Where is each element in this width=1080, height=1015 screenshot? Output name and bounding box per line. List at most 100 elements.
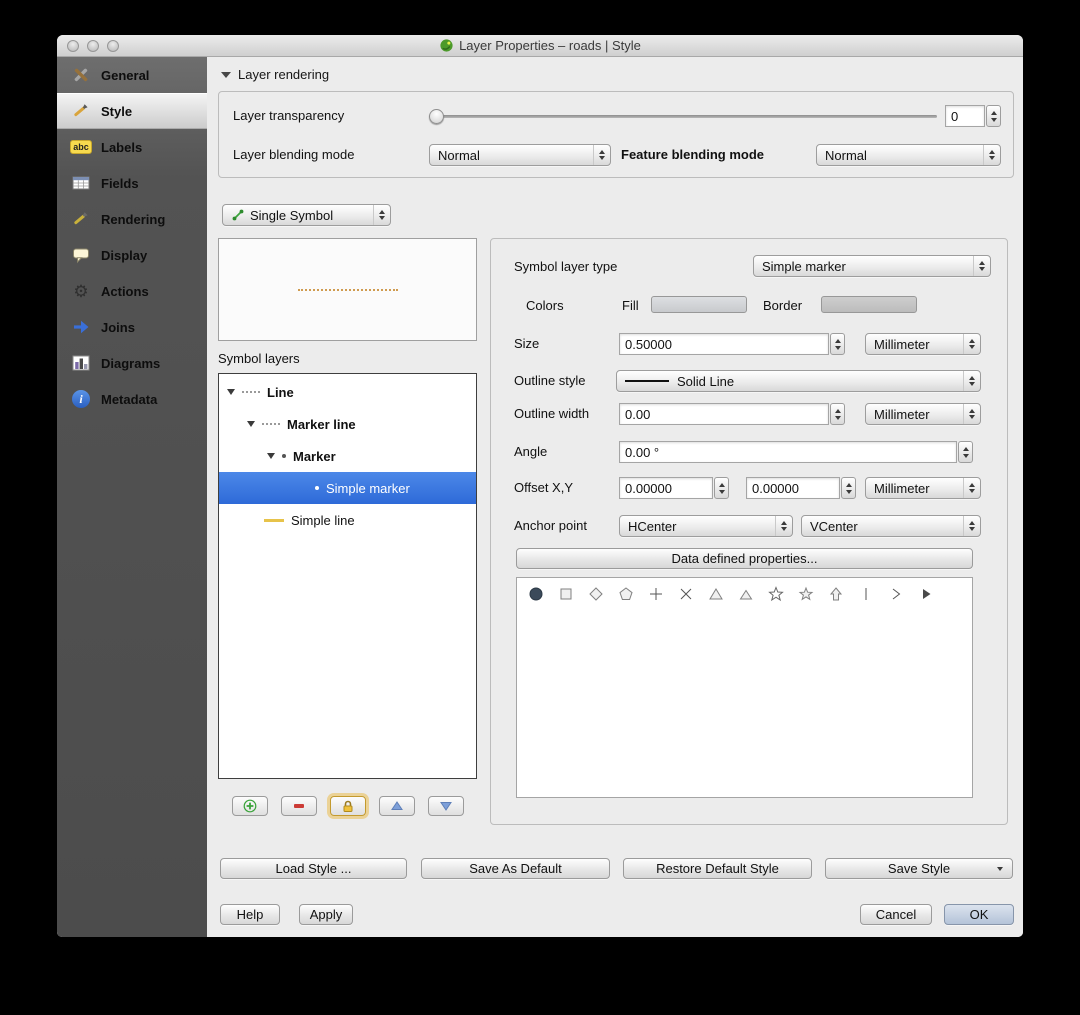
anchor-v-value: VCenter <box>810 518 858 534</box>
marker-shape-star[interactable] <box>767 585 784 602</box>
data-defined-properties-button[interactable]: Data defined properties... <box>516 548 973 569</box>
sidebar-item-style[interactable]: Style <box>57 93 207 129</box>
load-style-label: Load Style ... <box>275 861 352 876</box>
help-button[interactable]: Help <box>220 904 280 925</box>
sidebar-item-label: Fields <box>101 175 139 191</box>
marker-shape-equilateral-triangle[interactable] <box>737 585 754 602</box>
angle-input[interactable] <box>619 441 957 463</box>
sidebar-item-rendering[interactable]: Rendering <box>57 201 207 237</box>
sidebar-item-labels[interactable]: abc Labels <box>57 129 207 165</box>
marker-shape-diamond[interactable] <box>587 585 604 602</box>
renderer-select[interactable]: Single Symbol <box>222 204 391 226</box>
outline-style-select[interactable]: Solid Line <box>616 370 981 392</box>
disclosure-triangle-icon[interactable] <box>227 389 235 395</box>
transparency-slider[interactable] <box>429 109 937 124</box>
offset-x-stepper[interactable] <box>714 477 729 499</box>
offset-x-input[interactable] <box>619 477 713 499</box>
marker-shape-arrow-up[interactable] <box>827 585 844 602</box>
border-color-swatch[interactable] <box>821 296 917 313</box>
outline-width-input[interactable] <box>619 403 829 425</box>
disclosure-triangle-icon[interactable] <box>221 71 231 78</box>
move-layer-up-button[interactable] <box>379 796 415 816</box>
marker-dot-icon <box>282 454 286 458</box>
sidebar-item-label: Rendering <box>101 211 166 227</box>
marker-shape-row <box>517 578 972 602</box>
tree-item-simple-line[interactable]: Simple line <box>219 504 476 536</box>
symbol-layer-type-select[interactable]: Simple marker <box>753 255 991 277</box>
marker-shape-square[interactable] <box>557 585 574 602</box>
symbol-layers-label: Symbol layers <box>218 351 300 366</box>
transparency-input[interactable] <box>945 105 985 127</box>
offset-unit-select[interactable]: Millimeter <box>865 477 981 499</box>
sidebar-item-metadata[interactable]: i Metadata <box>57 381 207 417</box>
popup-arrows-icon <box>963 404 980 424</box>
colors-label: Colors <box>526 298 564 313</box>
sidebar-item-general[interactable]: General <box>57 57 207 93</box>
apply-label: Apply <box>309 907 343 922</box>
offset-unit-value: Millimeter <box>874 480 930 496</box>
restore-default-style-label: Restore Default Style <box>656 861 779 876</box>
titlebar[interactable]: Layer Properties – roads | Style <box>57 35 1023 57</box>
marker-shape-cross-plus[interactable] <box>647 585 664 602</box>
simple-line-icon <box>264 518 284 522</box>
marker-shape-cross-x[interactable] <box>677 585 694 602</box>
size-stepper[interactable] <box>830 333 845 355</box>
zoom-button[interactable] <box>107 40 119 52</box>
marker-shape-pentagon[interactable] <box>617 585 634 602</box>
marker-line-icon <box>262 423 280 425</box>
layer-blend-select[interactable]: Normal <box>429 144 611 166</box>
sidebar-item-fields[interactable]: Fields <box>57 165 207 201</box>
minimize-button[interactable] <box>87 40 99 52</box>
size-unit-select[interactable]: Millimeter <box>865 333 981 355</box>
marker-shape-chevron-right[interactable] <box>887 585 904 602</box>
apply-button[interactable]: Apply <box>299 904 353 925</box>
tree-item-simple-marker[interactable]: Simple marker <box>219 472 476 504</box>
size-input[interactable] <box>619 333 829 355</box>
sidebar-item-joins[interactable]: Joins <box>57 309 207 345</box>
anchor-h-select[interactable]: HCenter <box>619 515 793 537</box>
disclosure-triangle-icon[interactable] <box>247 421 255 427</box>
outline-width-stepper[interactable] <box>830 403 845 425</box>
slider-thumb[interactable] <box>429 109 444 124</box>
offset-y-stepper[interactable] <box>841 477 856 499</box>
save-style-button[interactable]: Save Style <box>825 858 1013 879</box>
feature-blend-select[interactable]: Normal <box>816 144 1001 166</box>
tree-item-marker[interactable]: Marker <box>219 440 476 472</box>
save-as-default-button[interactable]: Save As Default <box>421 858 610 879</box>
ok-button[interactable]: OK <box>944 904 1014 925</box>
save-style-label: Save Style <box>887 861 951 876</box>
sidebar-item-label: General <box>101 67 150 83</box>
marker-shape-vertical-line[interactable] <box>857 585 874 602</box>
fill-color-swatch[interactable] <box>651 296 747 313</box>
save-as-default-label: Save As Default <box>469 861 562 876</box>
marker-shape-triangle[interactable] <box>707 585 724 602</box>
sidebar-item-display[interactable]: Display <box>57 237 207 273</box>
marker-shape-circle[interactable] <box>527 585 544 602</box>
layer-rendering-header[interactable]: Layer rendering <box>221 67 329 82</box>
transparency-stepper[interactable] <box>986 105 1001 127</box>
load-style-button[interactable]: Load Style ... <box>220 858 407 879</box>
tree-item-line[interactable]: Line <box>219 376 476 408</box>
sidebar-item-actions[interactable]: ⚙ Actions <box>57 273 207 309</box>
angle-stepper[interactable] <box>958 441 973 463</box>
disclosure-triangle-icon[interactable] <box>267 453 275 459</box>
attribute-table-icon <box>69 172 93 194</box>
cancel-button[interactable]: Cancel <box>860 904 932 925</box>
outline-width-unit-select[interactable]: Millimeter <box>865 403 981 425</box>
move-layer-down-button[interactable] <box>428 796 464 816</box>
restore-default-style-button[interactable]: Restore Default Style <box>623 858 812 879</box>
popup-arrows-icon <box>973 256 990 276</box>
sidebar-item-label: Joins <box>101 319 135 335</box>
popup-arrows-icon <box>593 145 610 165</box>
lock-color-button[interactable] <box>330 796 366 816</box>
add-symbol-layer-button[interactable] <box>232 796 268 816</box>
marker-shape-filled-arrowhead[interactable] <box>917 585 934 602</box>
remove-symbol-layer-button[interactable] <box>281 796 317 816</box>
symbol-preview <box>218 238 477 341</box>
close-button[interactable] <box>67 40 79 52</box>
marker-shape-regular-star[interactable] <box>797 585 814 602</box>
sidebar-item-diagrams[interactable]: Diagrams <box>57 345 207 381</box>
offset-y-input[interactable] <box>746 477 840 499</box>
anchor-v-select[interactable]: VCenter <box>801 515 981 537</box>
tree-item-marker-line[interactable]: Marker line <box>219 408 476 440</box>
